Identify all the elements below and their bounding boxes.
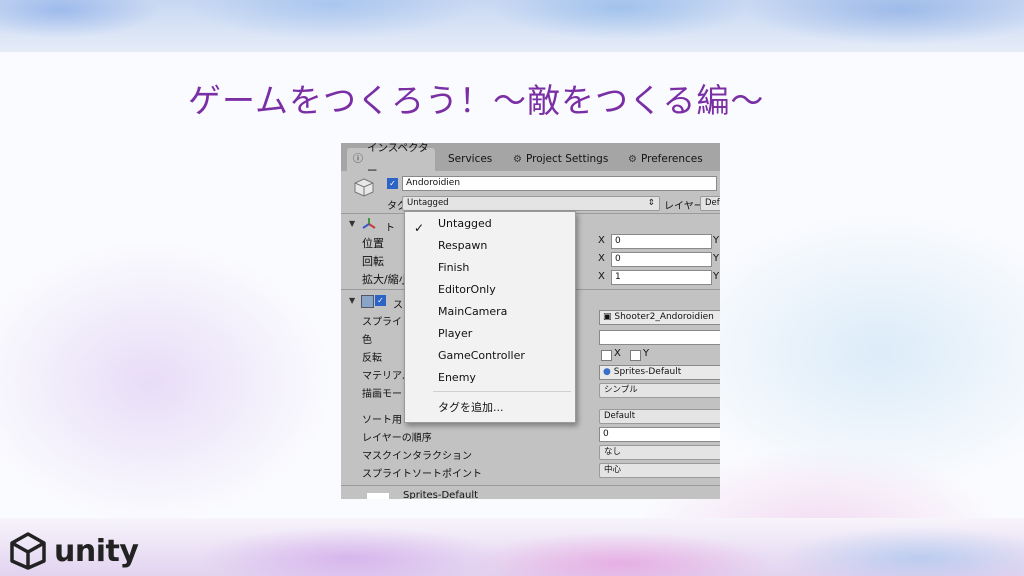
inspector-screenshot: ⓘ インスペクター Services ⚙ Project Settings ⚙ … [341,143,720,499]
rotation-label: 回転 [362,255,384,268]
position-x-field[interactable]: 0 [611,234,712,249]
foldout-arrow-icon[interactable]: ▼ [349,219,355,228]
divider [341,485,720,486]
updown-arrow-icon: ⇕ [647,198,655,208]
position-x-label: X [598,235,605,246]
rotation-x-field[interactable]: 0 [611,252,712,267]
tab-project-settings[interactable]: ⚙ Project Settings [513,148,608,171]
menu-item-respawn[interactable]: Respawn [438,239,487,252]
flip-x-label: X [614,348,621,359]
sprite-sort-point-label: スプライトソートポイント [362,469,482,480]
menu-item-finish[interactable]: Finish [438,261,469,274]
flip-y-label: Y [643,348,650,359]
menu-item-gamecontroller[interactable]: GameController [438,349,525,362]
component-enabled-checkbox[interactable]: ✓ [375,295,386,306]
tab-inspector[interactable]: ⓘ インスペクター [347,143,435,177]
material-field[interactable]: ● Sprites-Default [599,365,720,380]
material-footer-label: Sprites-Default [403,490,479,499]
tag-dropdown-menu: ✓ Untagged Respawn Finish EditorOnly Mai… [404,211,576,423]
sprite-sort-point-dropdown[interactable]: 中心 [599,463,720,478]
layer-dropdown[interactable]: Def [700,196,720,211]
slide-title: ゲームをつくろう！〜敵をつくる編〜 [188,81,765,120]
checkmark-icon: ✓ [414,221,425,235]
menu-item-player[interactable]: Player [438,327,472,340]
tab-label: Preferences [640,153,703,165]
draw-mode-dropdown[interactable]: シンプル [599,383,720,398]
material-icon: ● [603,367,611,377]
gameobject-icon [353,177,375,197]
sprite-field[interactable]: ▣ Shooter2_Andoroidien [599,310,720,325]
layer-label: レイヤー [664,201,704,212]
scale-label: 拡大/縮小 [362,273,410,286]
bottom-decoration [0,518,1024,576]
tab-preferences[interactable]: ⚙ Preferences [628,148,703,171]
mask-interaction-label: マスクインタラクション [362,451,472,462]
flip-label: 反転 [362,353,382,364]
tab-bar: ⓘ インスペクター Services ⚙ Project Settings ⚙ … [341,143,720,177]
sprite-value: Shooter2_Andoroidien [614,312,714,322]
color-label: 色 [362,335,372,346]
flip-y-checkbox[interactable] [630,350,641,361]
info-icon: ⓘ [353,154,363,165]
menu-item-editoronly[interactable]: EditorOnly [438,283,496,296]
transform-header: ト [385,223,395,234]
position-y-label: Y [713,235,720,246]
color-swatch[interactable] [599,330,720,345]
object-name-field[interactable]: Andoroidien [402,176,717,191]
tab-services[interactable]: Services [448,148,492,171]
gear-icon: ⚙ [628,154,637,165]
rotation-y-label: Y [713,253,720,264]
unity-wordmark: unity [54,533,139,569]
top-decoration [0,0,1024,58]
material-value: Sprites-Default [613,367,682,377]
unity-logo: unity [6,531,139,571]
mask-interaction-dropdown[interactable]: なし [599,445,720,460]
tab-label: Services [448,153,493,165]
scale-y-label: Y [713,271,720,282]
transform-icon [361,217,377,231]
order-in-layer-label: レイヤーの順序 [362,433,432,444]
menu-item-enemy[interactable]: Enemy [438,371,476,384]
position-label: 位置 [362,237,384,250]
tab-label: Project Settings [525,153,609,165]
foldout-arrow-icon[interactable]: ▼ [349,296,355,305]
unity-cube-icon [10,532,46,570]
sprite-renderer-header: ス [393,300,403,311]
scale-x-label: X [598,271,605,282]
menu-item-add-tag[interactable]: タグを追加... [438,399,504,415]
tag-dropdown[interactable]: Untagged ⇕ [402,196,660,211]
scale-x-field[interactable]: 1 [611,270,712,285]
sorting-layer-dropdown[interactable]: Default [599,409,720,424]
sprite-asset-icon: ▣ [603,312,612,322]
menu-item-maincamera[interactable]: MainCamera [438,305,507,318]
menu-item-untagged[interactable]: Untagged [438,217,492,230]
order-in-layer-field[interactable]: 0 [599,427,720,442]
flip-x-checkbox[interactable] [601,350,612,361]
material-preview-icon [367,493,389,499]
rotation-x-label: X [598,253,605,264]
sprite-renderer-icon [361,295,374,308]
tag-value: Untagged [407,198,449,208]
menu-separator [433,391,571,392]
gear-icon: ⚙ [513,154,522,165]
active-checkbox[interactable]: ✓ [387,178,398,189]
